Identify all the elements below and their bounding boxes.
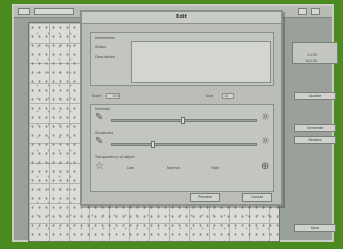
option-low[interactable]: Low bbox=[127, 166, 134, 170]
size-label: Size bbox=[206, 94, 214, 98]
description-label: Description bbox=[95, 55, 115, 59]
scale-box: 1:250 100.00 bbox=[292, 42, 338, 64]
file-field[interactable] bbox=[34, 8, 74, 15]
restore-button[interactable]: Restore bbox=[294, 136, 336, 144]
scale-value-2: 100.00 bbox=[305, 59, 318, 63]
menu-button[interactable] bbox=[18, 8, 30, 15]
status-label: Status bbox=[95, 45, 107, 49]
preview-button[interactable]: Preview bbox=[190, 193, 220, 202]
transparency-label: Transparency of object bbox=[95, 155, 135, 159]
pencil-icon-2: ✎ bbox=[95, 136, 104, 147]
size-value: 10 bbox=[224, 94, 229, 98]
close-icon[interactable] bbox=[311, 8, 320, 15]
save-icon[interactable] bbox=[298, 8, 307, 15]
sun-icon: ☼ bbox=[261, 112, 270, 123]
settings-group: Intensity ✎ ☼ Sharpness ✎ ☼ Transparency… bbox=[90, 104, 274, 192]
scale-value: 100 bbox=[112, 94, 119, 98]
scale-value: 1:250 bbox=[307, 53, 318, 57]
sun-icon-2: ☼ bbox=[261, 136, 270, 147]
star-icon: ☆ bbox=[95, 161, 104, 172]
option-normal[interactable]: Normal bbox=[167, 166, 180, 170]
info-group: Information Status Description bbox=[90, 32, 274, 86]
scale-label: Scale bbox=[92, 94, 102, 98]
pencil-icon: ✎ bbox=[95, 112, 104, 123]
sharpness-slider[interactable] bbox=[111, 143, 257, 146]
edit-dialog: Edit Information Status Description Scal… bbox=[80, 10, 283, 206]
info-label: Information bbox=[95, 36, 116, 40]
save-button[interactable]: Save bbox=[294, 224, 336, 232]
compass-icon: ⊕ bbox=[261, 161, 270, 172]
dialog-title: Edit bbox=[82, 12, 281, 24]
right-panel: 1:250 100.00 Update Generate Restore Sav… bbox=[288, 22, 343, 246]
sharpness-slider-knob[interactable] bbox=[151, 141, 155, 148]
description-field[interactable] bbox=[131, 41, 271, 83]
intensity-slider-knob[interactable] bbox=[181, 117, 185, 124]
cancel-button[interactable]: Cancel bbox=[242, 193, 272, 202]
generate-button[interactable]: Generate bbox=[294, 124, 336, 132]
intensity-label: Intensity bbox=[95, 107, 111, 111]
option-high[interactable]: High bbox=[211, 166, 219, 170]
update-button[interactable]: Update bbox=[294, 92, 336, 100]
sharpness-label: Sharpness bbox=[95, 131, 114, 135]
